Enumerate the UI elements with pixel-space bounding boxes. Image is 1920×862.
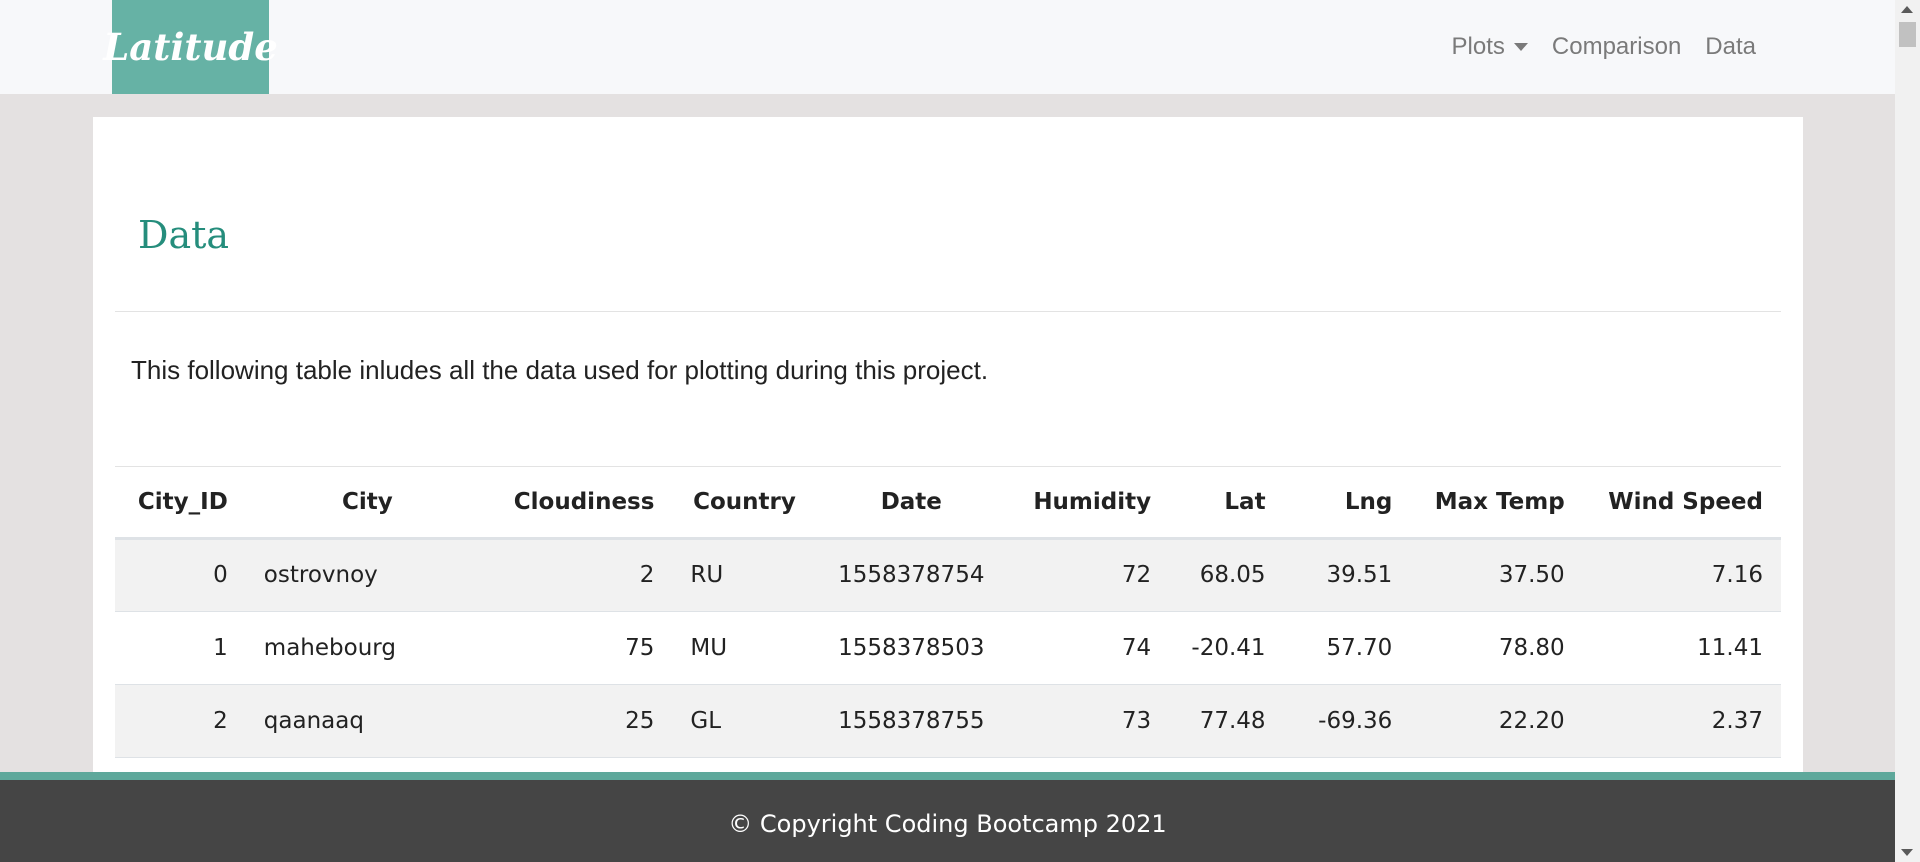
intro-text: This following table inludes all the dat… xyxy=(131,355,989,385)
column-header-city-id: City_ID xyxy=(115,467,246,540)
nav-item-comparison-label: Comparison xyxy=(1551,33,1682,60)
cell-wind-speed: 11.41 xyxy=(1582,611,1781,685)
table-header-row: City_ID City Cloudiness Country Date Hum… xyxy=(115,467,1781,540)
cell-country: RU xyxy=(672,538,817,612)
navbar: Latitude Plots Comparison Data xyxy=(0,0,1895,94)
cell-city: mahebourg xyxy=(245,611,489,685)
cell-wind-speed: 7.16 xyxy=(1582,538,1781,612)
table-row: 0 ostrovnoy 2 RU 1558378754 72 68.05 39.… xyxy=(115,538,1781,612)
cell-cloudiness: 75 xyxy=(488,611,673,685)
cell-date: 1558378503 xyxy=(816,611,1007,685)
cell-cloudiness: 25 xyxy=(488,684,673,758)
cell-lng: -69.36 xyxy=(1283,684,1411,758)
vertical-scrollbar[interactable] xyxy=(1895,0,1920,862)
table-row: 2 qaanaaq 25 GL 1558378755 73 77.48 -69.… xyxy=(115,684,1781,758)
brand-logo[interactable]: Latitude xyxy=(103,0,278,94)
nav-item-data[interactable]: Data xyxy=(1705,33,1756,61)
column-header-humidity: Humidity xyxy=(1006,467,1170,540)
cell-city: ostrovnoy xyxy=(245,538,489,612)
cell-lat: 68.05 xyxy=(1169,538,1284,612)
cell-max-temp: 22.20 xyxy=(1410,684,1583,758)
cell-date: 1558378754 xyxy=(816,538,1007,612)
cell-cloudiness: 2 xyxy=(488,538,673,612)
cell-lat: 77.48 xyxy=(1169,684,1284,758)
cell-date: 1558378755 xyxy=(816,684,1007,758)
column-header-cloudiness: Cloudiness xyxy=(488,467,673,540)
nav-item-comparison[interactable]: Comparison xyxy=(1552,33,1681,61)
scrollbar-thumb[interactable] xyxy=(1899,22,1916,47)
column-header-country: Country xyxy=(672,467,817,540)
column-header-lng: Lng xyxy=(1283,467,1411,540)
cell-max-temp: 37.50 xyxy=(1410,538,1583,612)
cell-humidity: 73 xyxy=(1006,684,1170,758)
cell-city-id: 0 xyxy=(115,538,246,612)
column-header-wind-speed: Wind Speed xyxy=(1582,467,1781,540)
cell-max-temp: 78.80 xyxy=(1410,611,1583,685)
data-table: City_ID City Cloudiness Country Date Hum… xyxy=(115,467,1781,758)
cell-country: MU xyxy=(672,611,817,685)
caret-down-icon xyxy=(1513,43,1528,51)
nav-menu: Plots Comparison Data xyxy=(1428,0,1756,94)
cell-lng: 57.70 xyxy=(1283,611,1411,685)
scroll-up-arrow-icon[interactable] xyxy=(1901,6,1913,13)
nav-item-plots[interactable]: Plots xyxy=(1452,33,1528,61)
page-title: Data xyxy=(138,213,230,257)
nav-item-plots-label: Plots xyxy=(1451,33,1505,60)
cell-lat: -20.41 xyxy=(1169,611,1284,685)
scroll-down-arrow-icon[interactable] xyxy=(1901,849,1913,856)
cell-city: qaanaaq xyxy=(245,684,489,758)
cell-lng: 39.51 xyxy=(1283,538,1411,612)
cell-city-id: 1 xyxy=(115,611,246,685)
footer: © Copyright Coding Bootcamp 2021 xyxy=(0,772,1895,862)
cell-humidity: 74 xyxy=(1006,611,1170,685)
cell-wind-speed: 2.37 xyxy=(1582,684,1781,758)
divider xyxy=(115,311,1781,312)
table-row: 1 mahebourg 75 MU 1558378503 74 -20.41 5… xyxy=(115,611,1781,685)
nav-item-data-label: Data xyxy=(1705,33,1756,60)
column-header-max-temp: Max Temp xyxy=(1410,467,1583,540)
copyright-text: © Copyright Coding Bootcamp 2021 xyxy=(728,810,1167,838)
column-header-lat: Lat xyxy=(1169,467,1284,540)
column-header-date: Date xyxy=(816,467,1007,540)
column-header-city: City xyxy=(245,467,489,540)
cell-country: GL xyxy=(672,684,817,758)
cell-humidity: 72 xyxy=(1006,538,1170,612)
content-card: Data This following table inludes all th… xyxy=(93,117,1803,777)
cell-city-id: 2 xyxy=(115,684,246,758)
